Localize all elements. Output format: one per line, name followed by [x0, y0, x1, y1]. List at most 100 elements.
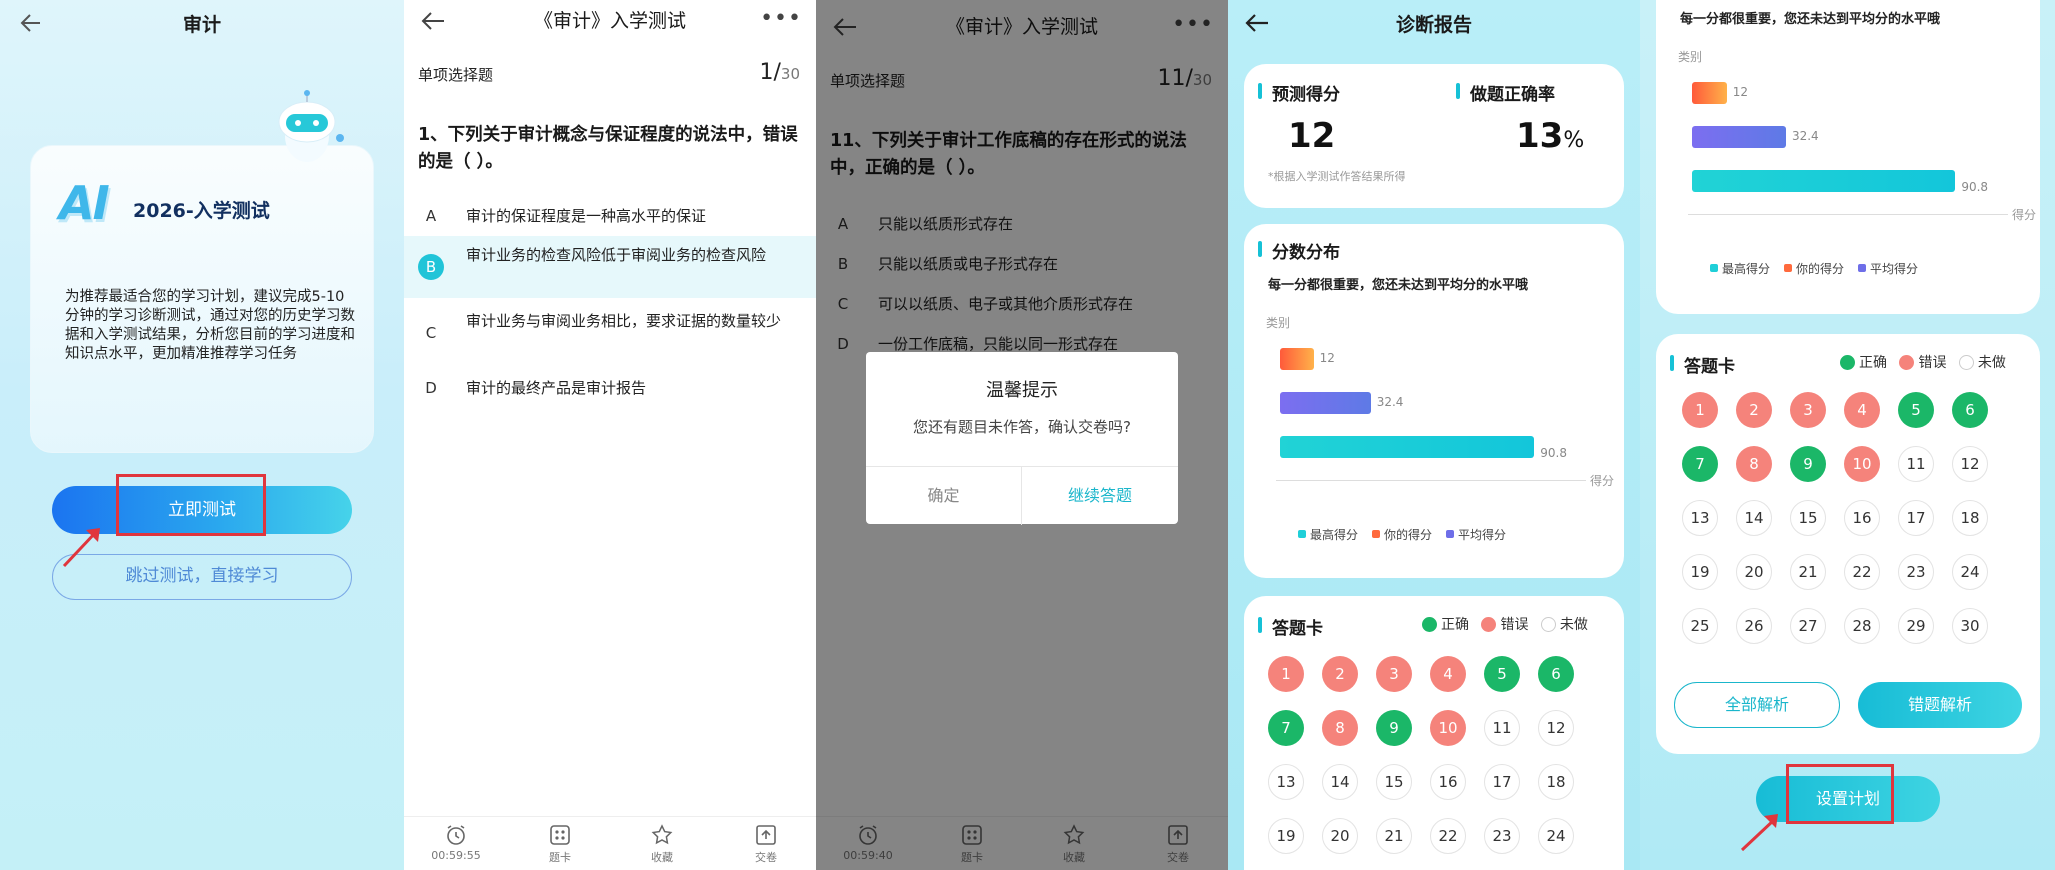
answer-cell[interactable]: 15 [1790, 500, 1826, 536]
answer-cell[interactable]: 18 [1952, 500, 1988, 536]
answer-cell[interactable]: 10 [1844, 446, 1880, 482]
answer-cell[interactable]: 13 [1682, 500, 1718, 536]
answer-cell[interactable]: 21 [1376, 818, 1412, 854]
option-d[interactable]: D 审计的最终产品是审计报告 [404, 370, 816, 406]
answer-cell[interactable]: 9 [1376, 710, 1412, 746]
answer-cell[interactable]: 18 [1538, 764, 1574, 800]
answer-cell[interactable]: 13 [1268, 764, 1304, 800]
answer-cell[interactable]: 14 [1736, 500, 1772, 536]
answer-cell[interactable]: 19 [1268, 818, 1304, 854]
answer-cell[interactable]: 4 [1430, 656, 1466, 692]
answer-cell[interactable]: 3 [1376, 656, 1412, 692]
answer-cell[interactable]: 6 [1538, 656, 1574, 692]
favorite-label: 收藏 [651, 851, 673, 864]
answer-cell[interactable]: 3 [1790, 392, 1826, 428]
answer-cell[interactable]: 1 [1682, 392, 1718, 428]
answer-cell[interactable]: 29 [1898, 608, 1934, 644]
score-card: 预测得分 12 做题正确率 13% *根据入学测试作答结果所得 [1244, 64, 1624, 208]
bar-1 [1280, 392, 1371, 414]
answer-cell[interactable]: 6 [1952, 392, 1988, 428]
answer-cell[interactable]: 26 [1736, 608, 1772, 644]
option-letter: C [425, 324, 437, 342]
wrong-analysis-button[interactable]: 错题解析 [1858, 682, 2022, 728]
bar-1 [1692, 126, 1786, 148]
answer-cell[interactable]: 17 [1484, 764, 1520, 800]
answer-cell[interactable]: 2 [1736, 392, 1772, 428]
dialog-ok-button[interactable]: 确定 [866, 467, 1022, 525]
answer-cell[interactable]: 15 [1376, 764, 1412, 800]
answer-cell[interactable]: 22 [1844, 554, 1880, 590]
answer-legend: 正确 错误 未做 [1832, 352, 2006, 372]
quiz-header: 《审计》入学测试 ••• [404, 0, 816, 40]
legend-item: 最高得分 [1298, 528, 1358, 542]
counter-current: 1/ [759, 60, 781, 85]
option-a[interactable]: A 审计的保证程度是一种高水平的保证 [404, 198, 816, 234]
answer-cell[interactable]: 12 [1952, 446, 1988, 482]
answer-cell[interactable]: 5 [1898, 392, 1934, 428]
answer-cell[interactable]: 14 [1322, 764, 1358, 800]
answer-cell[interactable]: 8 [1736, 446, 1772, 482]
answer-cell[interactable]: 22 [1430, 818, 1466, 854]
quiz-title: 《审计》入学测试 [533, 10, 686, 32]
answer-cell[interactable]: 16 [1430, 764, 1466, 800]
answer-cell[interactable]: 12 [1538, 710, 1574, 746]
answer-cell[interactable]: 30 [1952, 608, 1988, 644]
accuracy-label: 做题正确率 [1456, 80, 1555, 105]
answer-cell[interactable]: 23 [1898, 554, 1934, 590]
bar-value-2: 90.8 [1961, 180, 1989, 194]
answer-cell[interactable]: 20 [1736, 554, 1772, 590]
answer-cell[interactable]: 23 [1484, 818, 1520, 854]
answer-card: 答题卡 正确 错误 未做 全部解析 错题解析 1 2 3 4 5 6 7 8 9 10 11 12 13… [1656, 334, 2040, 754]
answer-card-tab[interactable]: 题卡 [520, 823, 600, 865]
answer-cell[interactable]: 11 [1898, 446, 1934, 482]
more-icon[interactable]: ••• [760, 6, 802, 31]
y-axis-label: 类别 [1678, 50, 1703, 64]
distribution-subline: 每一分都很重要，您还未达到平均分的水平哦 [1680, 12, 1941, 27]
dialog-title: 温馨提示 [986, 380, 1058, 401]
submit-tab[interactable]: 交卷 [726, 823, 806, 865]
legend-correct: 正确 [1422, 614, 1469, 634]
answer-cell[interactable]: 1 [1268, 656, 1304, 692]
answer-cell[interactable]: 7 [1682, 446, 1718, 482]
score-note: *根据入学测试作答结果所得 [1268, 170, 1406, 183]
answer-cell[interactable]: 2 [1322, 656, 1358, 692]
answer-cell[interactable]: 5 [1484, 656, 1520, 692]
favorite-tab[interactable]: 收藏 [622, 823, 702, 865]
answer-cell[interactable]: 17 [1898, 500, 1934, 536]
answer-cell[interactable]: 20 [1322, 818, 1358, 854]
accuracy-number: 13 [1516, 116, 1564, 156]
report-panel: 诊断报告 预测得分 12 做题正确率 13% *根据入学测试作答结果所得 分数分… [1228, 0, 1640, 870]
legend-unanswered: 未做 [1958, 352, 2006, 372]
submit-label: 交卷 [755, 851, 777, 864]
legend-correct-label: 正确 [1441, 617, 1469, 633]
highlight-box [1786, 764, 1894, 824]
answer-cell[interactable]: 4 [1844, 392, 1880, 428]
answer-cell[interactable]: 27 [1790, 608, 1826, 644]
bar-value-2: 90.8 [1540, 446, 1567, 460]
option-c[interactable]: C 审计业务与审阅业务相比，要求证据的数量较少 [404, 304, 816, 364]
answer-cell[interactable]: 9 [1790, 446, 1826, 482]
answer-cell[interactable]: 16 [1844, 500, 1880, 536]
answer-cell[interactable]: 7 [1268, 710, 1304, 746]
answer-cell[interactable]: 19 [1682, 554, 1718, 590]
legend-correct: 正确 [1840, 352, 1887, 372]
bar-2 [1692, 170, 1956, 192]
answer-cell[interactable]: 24 [1952, 554, 1988, 590]
answer-cell[interactable]: 28 [1844, 608, 1880, 644]
answer-cell[interactable]: 8 [1322, 710, 1358, 746]
bar-0 [1280, 348, 1314, 370]
answer-cell[interactable]: 24 [1538, 818, 1574, 854]
page-title: 审计 [182, 14, 221, 36]
answer-cell[interactable]: 25 [1682, 608, 1718, 644]
all-analysis-button[interactable]: 全部解析 [1674, 682, 1840, 728]
answer-cell[interactable]: 10 [1430, 710, 1466, 746]
answer-cell[interactable]: 11 [1484, 710, 1520, 746]
legend-dot [1710, 264, 1718, 272]
quiz-footer: 00:59:55 题卡 收藏 交卷 [404, 816, 816, 870]
option-b[interactable]: B 审计业务的检查风险低于审阅业务的检查风险 [404, 236, 816, 298]
legend-unanswered-label: 未做 [1977, 355, 2006, 371]
legend-item: 你的得分 [1784, 262, 1844, 276]
continue-answering-button[interactable]: 继续答题 [1022, 467, 1178, 525]
score-distribution-card: 每一分都很重要，您还未达到平均分的水平哦 类别 12 32.4 90.8 得分 最高得分 你… [1656, 0, 2040, 314]
answer-cell[interactable]: 21 [1790, 554, 1826, 590]
